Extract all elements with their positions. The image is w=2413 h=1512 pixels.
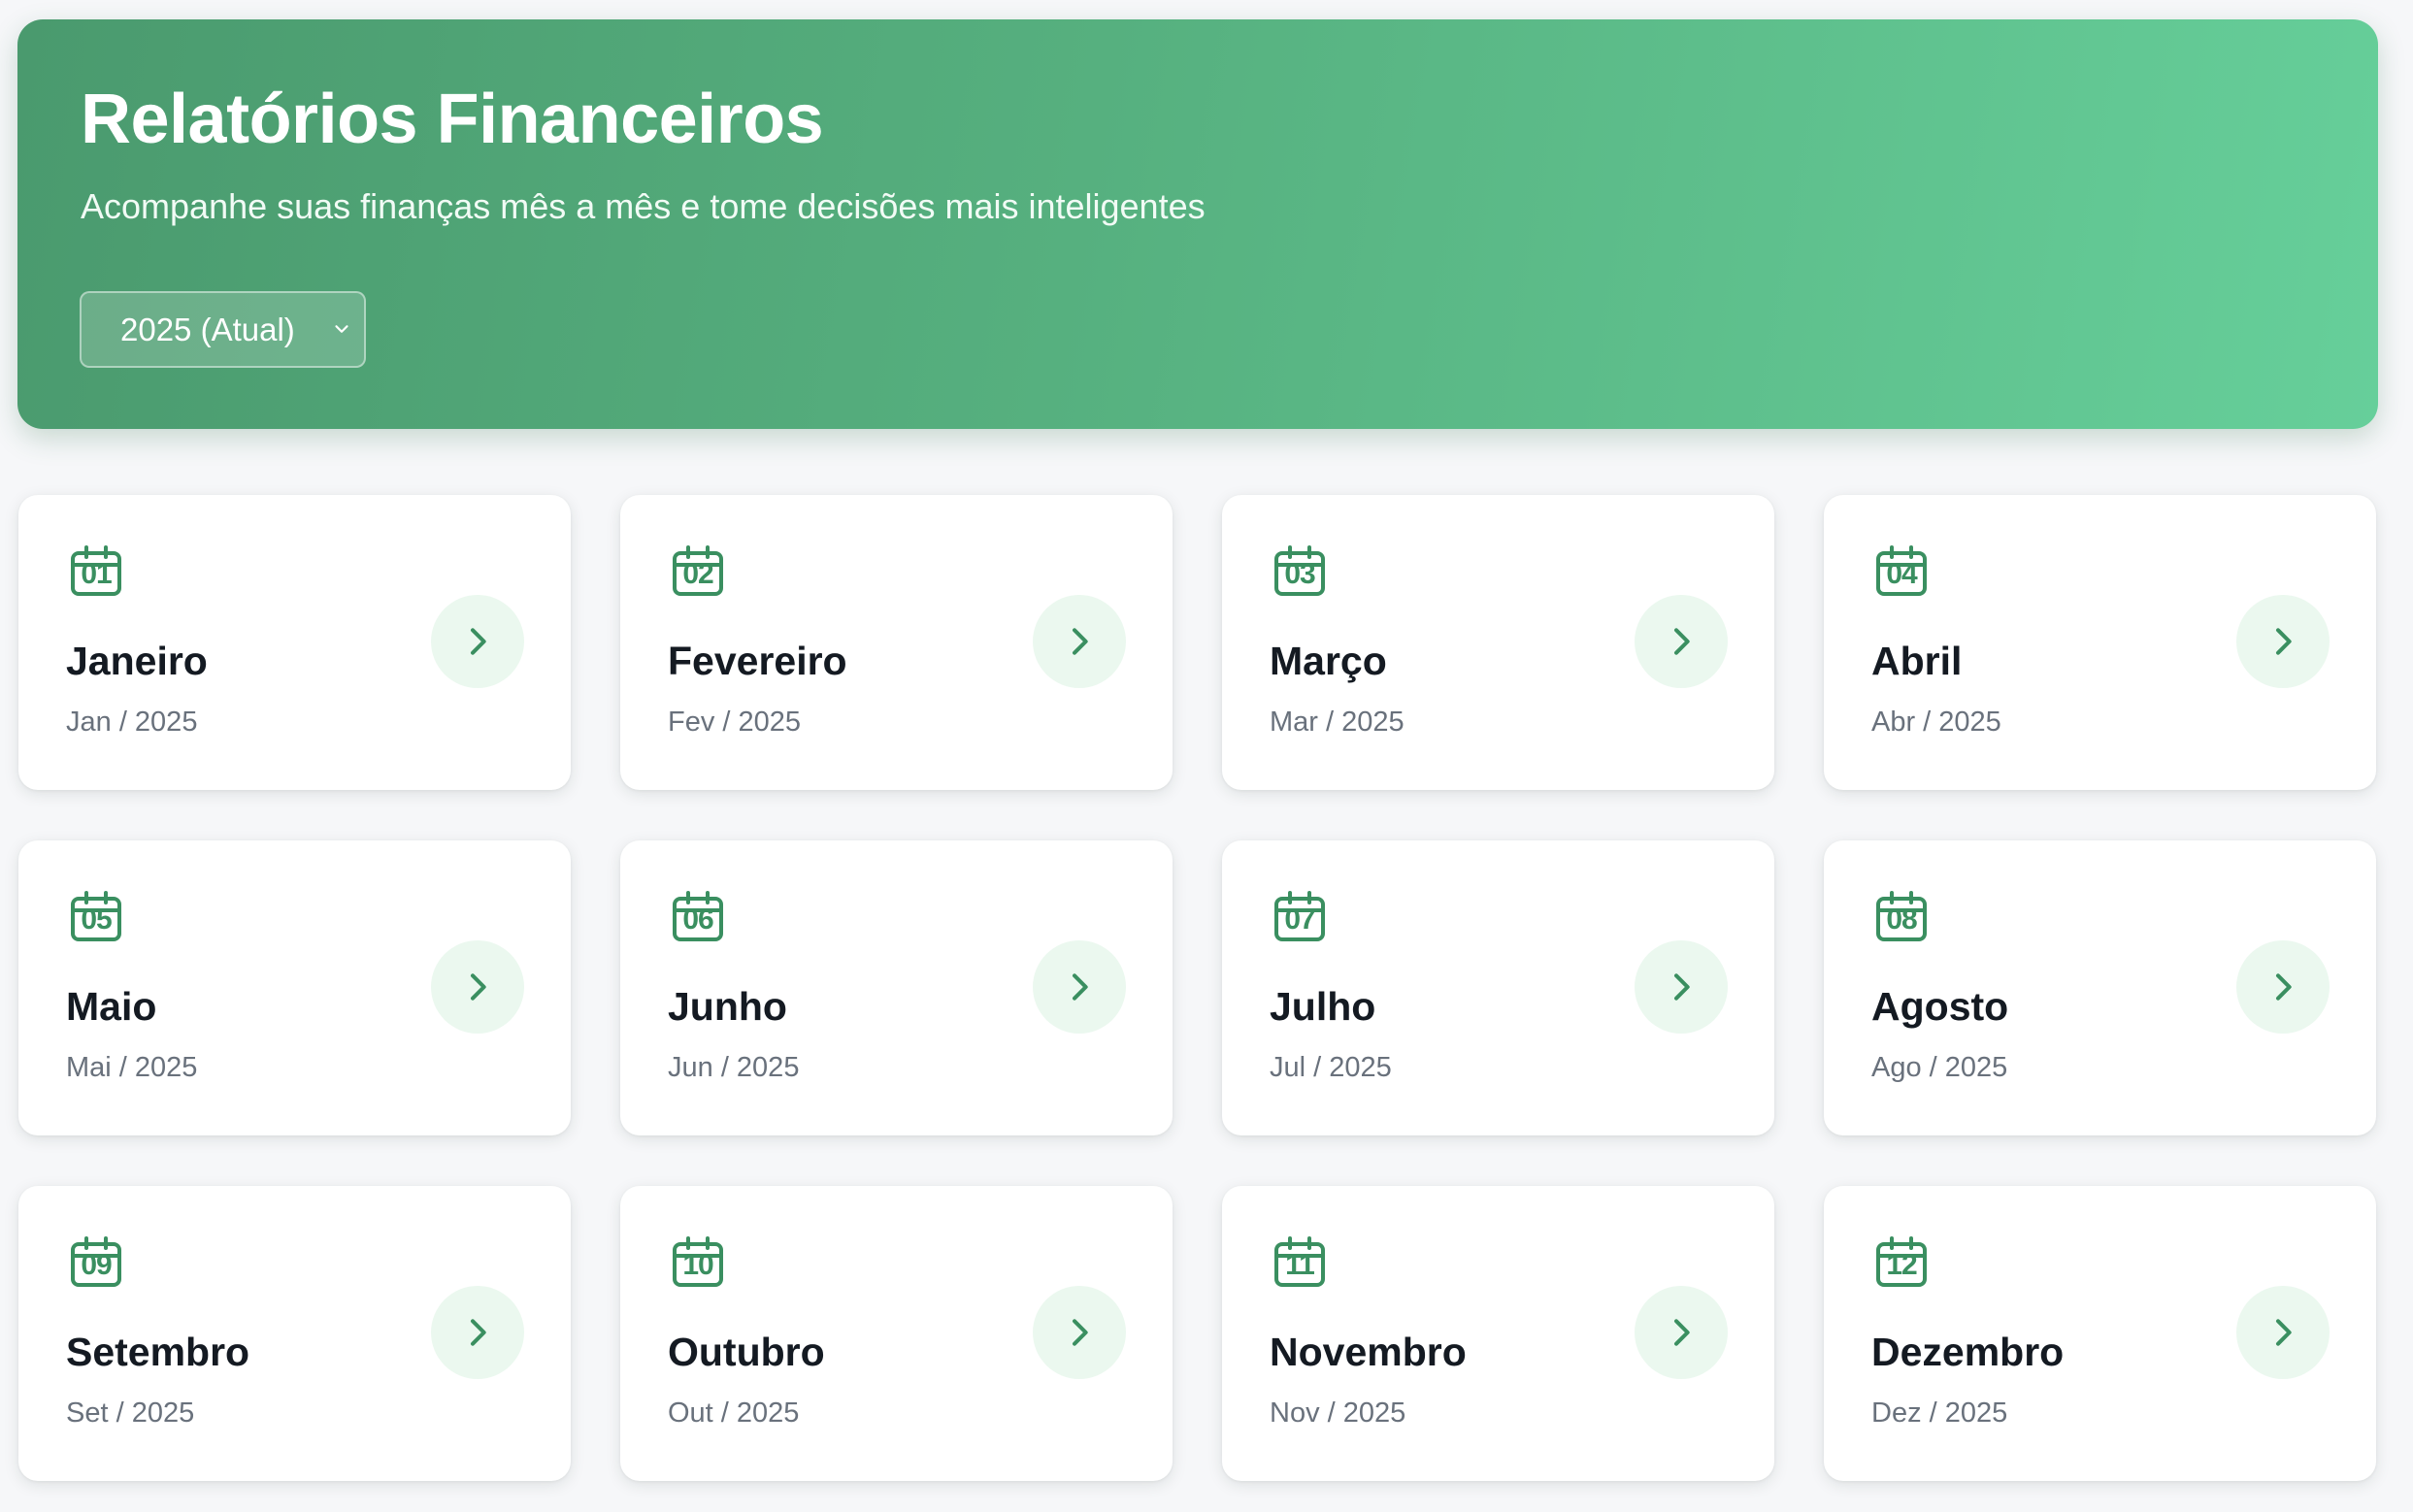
calendar-day-number: 09 <box>81 1249 112 1281</box>
month-period-label: Ago / 2025 <box>1871 1052 2008 1083</box>
calendar-day-number: 11 <box>1285 1249 1315 1281</box>
open-month-button[interactable] <box>431 1286 524 1379</box>
calendar-day-number: 03 <box>1284 558 1315 590</box>
calendar-icon: 11 <box>1273 1234 1327 1289</box>
month-card[interactable]: 09 Setembro Set / 2025 <box>18 1186 571 1481</box>
chevron-right-icon <box>1073 1319 1088 1346</box>
year-select[interactable]: 2025 (Atual) <box>80 291 366 368</box>
chevron-right-icon <box>471 1319 486 1346</box>
month-period-label: Set / 2025 <box>66 1397 195 1429</box>
month-name: Maio <box>66 984 157 1029</box>
page: Relatórios Financeiros Acompanhe suas fi… <box>0 0 2413 1512</box>
open-month-button[interactable] <box>1033 595 1126 688</box>
month-card[interactable]: 03 Março Mar / 2025 <box>1222 495 1774 790</box>
month-grid: 01 Janeiro Jan / 2025 02 Fevereiro Fev / 2025… <box>18 495 2377 1481</box>
chevron-right-icon <box>471 628 486 655</box>
chevron-right-icon <box>1073 973 1088 1001</box>
month-card[interactable]: 12 Dezembro Dez / 2025 <box>1824 1186 2376 1481</box>
calendar-icon: 06 <box>671 889 725 943</box>
month-card[interactable]: 10 Outubro Out / 2025 <box>620 1186 1173 1481</box>
open-month-button[interactable] <box>1033 940 1126 1034</box>
calendar-day-number: 01 <box>81 558 112 590</box>
chevron-down-icon <box>335 325 348 333</box>
month-period-label: Mar / 2025 <box>1270 707 1405 738</box>
month-name: Outubro <box>668 1330 825 1374</box>
page-title: Relatórios Financeiros <box>81 81 824 158</box>
month-card[interactable]: 02 Fevereiro Fev / 2025 <box>620 495 1173 790</box>
open-month-button[interactable] <box>1635 940 1728 1034</box>
calendar-day-number: 07 <box>1284 904 1315 936</box>
chevron-right-icon <box>1674 973 1690 1001</box>
month-name: Março <box>1270 639 1387 683</box>
header-banner: Relatórios Financeiros Acompanhe suas fi… <box>17 19 2378 429</box>
chevron-right-icon <box>2276 628 2292 655</box>
calendar-icon: 09 <box>69 1234 123 1289</box>
month-name: Janeiro <box>66 639 208 683</box>
month-period-label: Jun / 2025 <box>668 1052 800 1083</box>
chevron-right-icon <box>1674 628 1690 655</box>
open-month-button[interactable] <box>431 595 524 688</box>
month-period-label: Out / 2025 <box>668 1397 800 1429</box>
calendar-icon: 03 <box>1273 543 1327 598</box>
month-name: Fevereiro <box>668 639 847 683</box>
month-period-label: Fev / 2025 <box>668 707 802 738</box>
calendar-day-number: 05 <box>81 904 112 936</box>
month-name: Dezembro <box>1871 1330 2065 1374</box>
month-card[interactable]: 08 Agosto Ago / 2025 <box>1824 840 2376 1135</box>
calendar-day-number: 02 <box>682 558 713 590</box>
month-card[interactable]: 11 Novembro Nov / 2025 <box>1222 1186 1774 1481</box>
calendar-icon: 01 <box>69 543 123 598</box>
year-select-value: 2025 (Atual) <box>120 311 295 347</box>
month-period-label: Jan / 2025 <box>66 707 198 738</box>
chevron-right-icon <box>2276 973 2292 1001</box>
calendar-day-number: 10 <box>682 1249 713 1281</box>
month-card[interactable]: 06 Junho Jun / 2025 <box>620 840 1173 1135</box>
open-month-button[interactable] <box>1635 595 1728 688</box>
calendar-icon: 10 <box>671 1234 725 1289</box>
month-name: Agosto <box>1871 984 2009 1029</box>
month-period-label: Dez / 2025 <box>1871 1397 2008 1429</box>
calendar-day-number: 04 <box>1886 558 1917 590</box>
calendar-day-number: 08 <box>1886 904 1917 936</box>
open-month-button[interactable] <box>2236 1286 2330 1379</box>
calendar-day-number: 12 <box>1886 1249 1917 1281</box>
calendar-icon: 12 <box>1874 1234 1929 1289</box>
month-card[interactable]: 07 Julho Jul / 2025 <box>1222 840 1774 1135</box>
month-card[interactable]: 01 Janeiro Jan / 2025 <box>18 495 571 790</box>
chevron-right-icon <box>471 973 486 1001</box>
calendar-day-number: 06 <box>682 904 713 936</box>
month-name: Julho <box>1270 984 1376 1029</box>
month-card[interactable]: 04 Abril Abr / 2025 <box>1824 495 2376 790</box>
calendar-icon: 04 <box>1874 543 1929 598</box>
calendar-icon: 02 <box>671 543 725 598</box>
month-name: Abril <box>1871 639 1963 683</box>
open-month-button[interactable] <box>2236 940 2330 1034</box>
chevron-right-icon <box>1674 1319 1690 1346</box>
month-name: Novembro <box>1270 1330 1467 1374</box>
month-name: Junho <box>668 984 787 1029</box>
calendar-icon: 07 <box>1273 889 1327 943</box>
month-name: Setembro <box>66 1330 250 1374</box>
calendar-icon: 08 <box>1874 889 1929 943</box>
chevron-right-icon <box>1073 628 1088 655</box>
open-month-button[interactable] <box>1033 1286 1126 1379</box>
page-subtitle: Acompanhe suas finanças mês a mês e tome… <box>81 186 1206 227</box>
month-period-label: Mai / 2025 <box>66 1052 198 1083</box>
open-month-button[interactable] <box>431 940 524 1034</box>
month-period-label: Nov / 2025 <box>1270 1397 1406 1429</box>
calendar-icon: 05 <box>69 889 123 943</box>
month-period-label: Abr / 2025 <box>1871 707 2001 738</box>
open-month-button[interactable] <box>2236 595 2330 688</box>
month-card[interactable]: 05 Maio Mai / 2025 <box>18 840 571 1135</box>
open-month-button[interactable] <box>1635 1286 1728 1379</box>
month-period-label: Jul / 2025 <box>1270 1052 1392 1083</box>
chevron-right-icon <box>2276 1319 2292 1346</box>
